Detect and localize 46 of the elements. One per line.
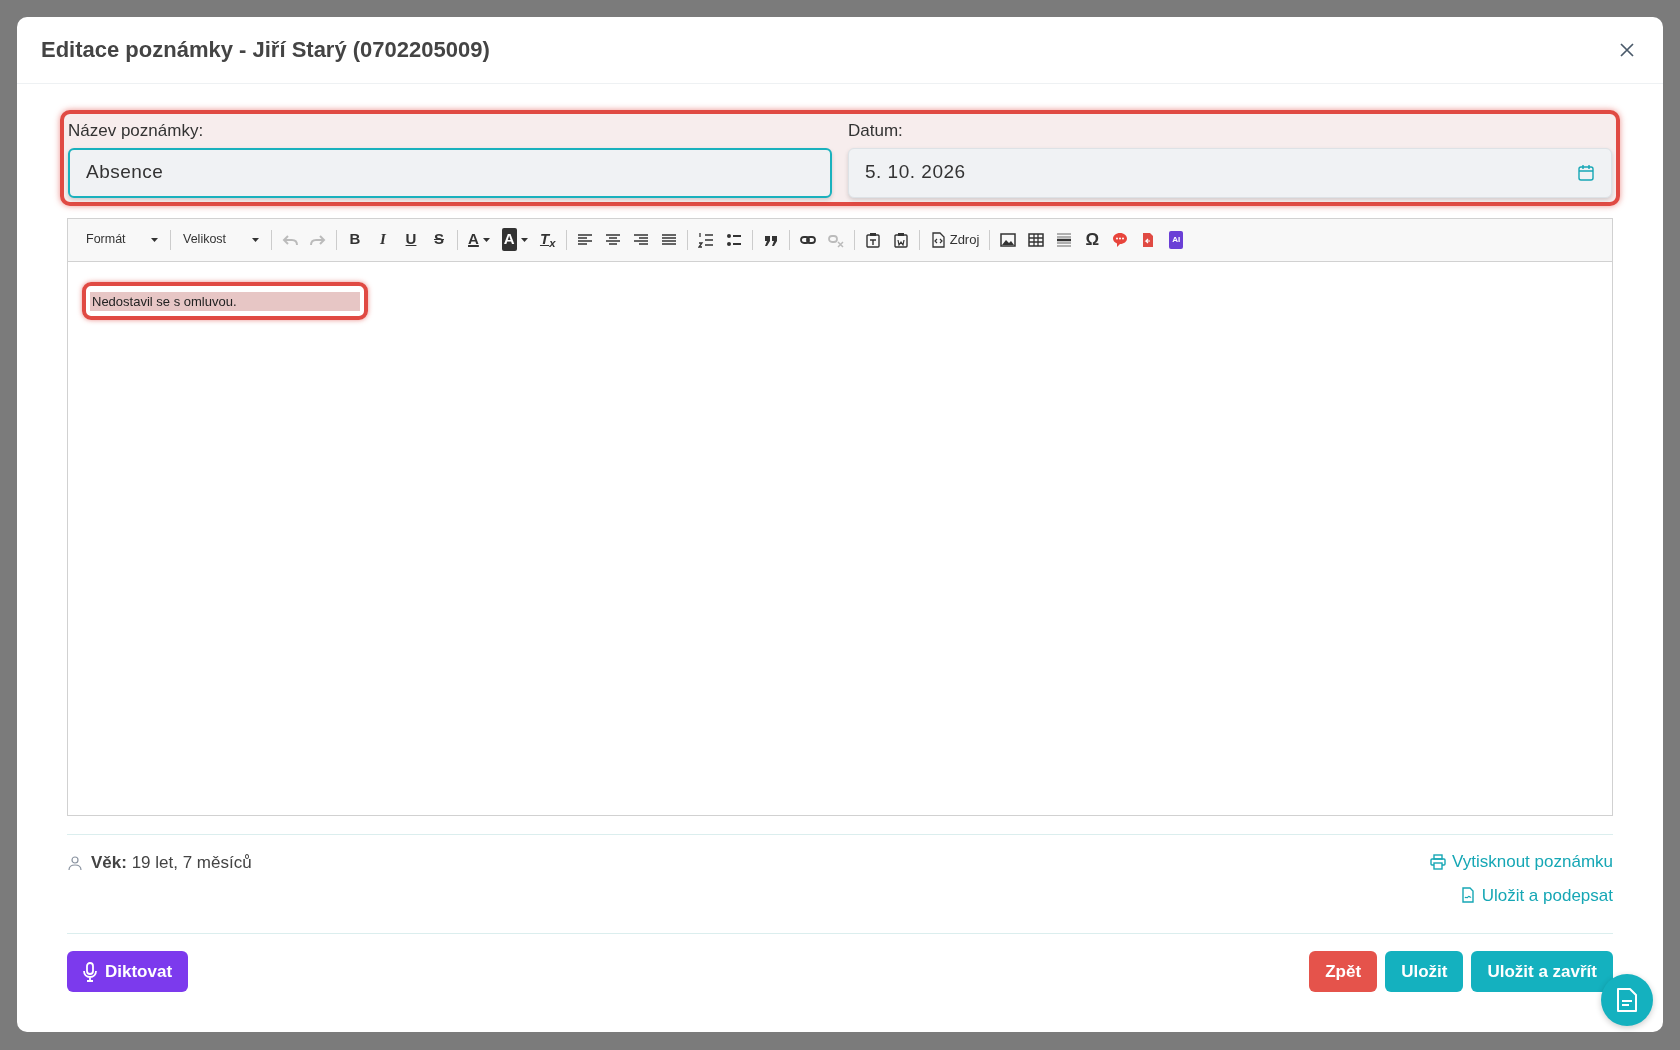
strikethrough-button[interactable]: S: [425, 225, 453, 254]
remove-format-button[interactable]: T$_{x}$: [533, 225, 562, 254]
dictate-button[interactable]: Diktovat: [67, 951, 189, 992]
calendar-icon: [1577, 163, 1595, 182]
justify-icon: [660, 231, 677, 248]
special-character-button[interactable]: Ω: [1078, 225, 1107, 254]
horizontal-line-icon: [1056, 231, 1073, 248]
format-dropdown[interactable]: Velikost: [175, 225, 267, 254]
background-color-button[interactable]: A: [495, 225, 534, 254]
back-button[interactable]: Zpět: [1309, 951, 1378, 992]
dialog-title: Editace poznámky - Jiří Starý (0702205009): [41, 36, 490, 64]
italic-button[interactable]: I: [369, 225, 397, 254]
caret-icon: [520, 237, 528, 242]
caret-icon: [252, 237, 259, 242]
printer-icon: [1430, 853, 1447, 870]
align-right-icon: [632, 231, 649, 248]
age-text: Věk: 19 let, 7 měsíců: [91, 852, 252, 875]
note-text: Nedostavil se s omluvou.: [90, 291, 360, 311]
input-field[interactable]: Absence: [68, 147, 832, 198]
paste-word-icon: [892, 231, 909, 248]
source-button[interactable]: Zdroj: [923, 225, 986, 254]
caret-icon: [151, 237, 158, 242]
microphone-icon: [83, 961, 97, 982]
caret-icon: [482, 237, 490, 242]
image-icon: [1000, 231, 1017, 248]
date-field[interactable]: 5. 10. 2026: [848, 147, 1612, 198]
text-color-button[interactable]: A: [462, 225, 496, 254]
table-icon: [1028, 231, 1045, 248]
numbered-list-icon: [697, 231, 714, 248]
align-left-icon: [576, 231, 593, 248]
format-dropdown[interactable]: Formát: [78, 225, 166, 254]
bullet-list-icon: [725, 231, 742, 248]
align-center-icon: [604, 231, 621, 248]
person-icon: [67, 855, 83, 871]
close-icon: [1619, 42, 1635, 58]
field-label: Název poznámky:: [68, 120, 205, 142]
document-fab-button[interactable]: [1601, 974, 1653, 1026]
signed-document-icon: [1459, 887, 1476, 904]
ai-button[interactable]: AI: [1162, 225, 1191, 254]
speech-bubble-icon: [1112, 231, 1129, 248]
paste-text-icon: [864, 231, 881, 248]
underline-button[interactable]: U: [397, 225, 425, 254]
bold-button[interactable]: B: [341, 225, 369, 254]
document-icon: [1616, 987, 1638, 1013]
field-label: Datum:: [848, 120, 904, 142]
source-code-icon: [929, 231, 946, 248]
